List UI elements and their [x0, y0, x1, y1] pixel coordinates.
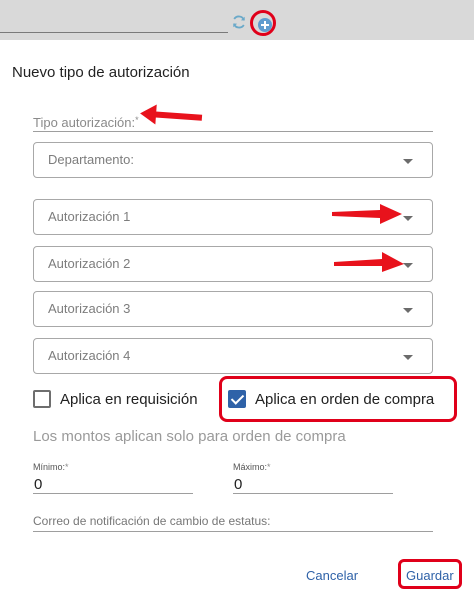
caret-down-icon: [403, 308, 413, 313]
top-toolbar: [0, 0, 474, 40]
maximo-field[interactable]: Máximo:* 0: [233, 460, 393, 494]
annotation-arrow: [334, 252, 404, 272]
minimo-value[interactable]: 0: [34, 476, 42, 493]
autorizacion-4-select[interactable]: Autorización 4: [33, 338, 433, 374]
checkbox-unchecked-icon[interactable]: [33, 390, 51, 408]
autorizacion-2-label: Autorización 2: [48, 256, 131, 271]
add-button-highlight: [250, 10, 276, 36]
autorizacion-3-label: Autorización 3: [48, 301, 131, 316]
add-circle-icon[interactable]: [258, 18, 272, 32]
correo-notificacion-field[interactable]: Correo de notificación de cambio de esta…: [33, 512, 433, 532]
maximo-label: Máximo:*: [233, 462, 271, 472]
minimo-label: Mínimo:*: [33, 462, 69, 472]
checkbox-checked-icon[interactable]: [228, 390, 246, 408]
aplica-requisicion-checkbox[interactable]: Aplica en requisición: [33, 390, 198, 408]
toolbar-search-underline: [0, 32, 228, 33]
autorizacion-4-label: Autorización 4: [48, 348, 131, 363]
aplica-orden-compra-checkbox[interactable]: Aplica en orden de compra: [228, 390, 434, 408]
departamento-label: Departamento:: [48, 152, 134, 167]
tipo-autorizacion-field[interactable]: Tipo autorización:*: [33, 100, 433, 132]
autorizacion-3-select[interactable]: Autorización 3: [33, 291, 433, 327]
departamento-select[interactable]: Departamento:: [33, 142, 433, 178]
caret-down-icon: [403, 263, 413, 268]
save-button[interactable]: Guardar: [405, 566, 455, 585]
caret-down-icon: [403, 355, 413, 360]
autorizacion-1-label: Autorización 1: [48, 209, 131, 224]
dialog-title: Nuevo tipo de autorización: [12, 64, 190, 81]
montos-hint: Los montos aplican solo para orden de co…: [33, 428, 346, 445]
correo-notificacion-label: Correo de notificación de cambio de esta…: [33, 514, 271, 528]
cancel-button[interactable]: Cancelar: [300, 566, 364, 585]
aplica-orden-compra-label: Aplica en orden de compra: [255, 390, 435, 408]
tipo-autorizacion-label: Tipo autorización:*: [33, 115, 139, 130]
minimo-field[interactable]: Mínimo:* 0: [33, 460, 193, 494]
caret-down-icon: [403, 159, 413, 164]
refresh-icon[interactable]: [231, 14, 247, 30]
annotation-arrow: [332, 204, 402, 224]
maximo-value[interactable]: 0: [234, 476, 242, 493]
caret-down-icon: [403, 216, 413, 221]
aplica-requisicion-label: Aplica en requisición: [60, 390, 198, 408]
